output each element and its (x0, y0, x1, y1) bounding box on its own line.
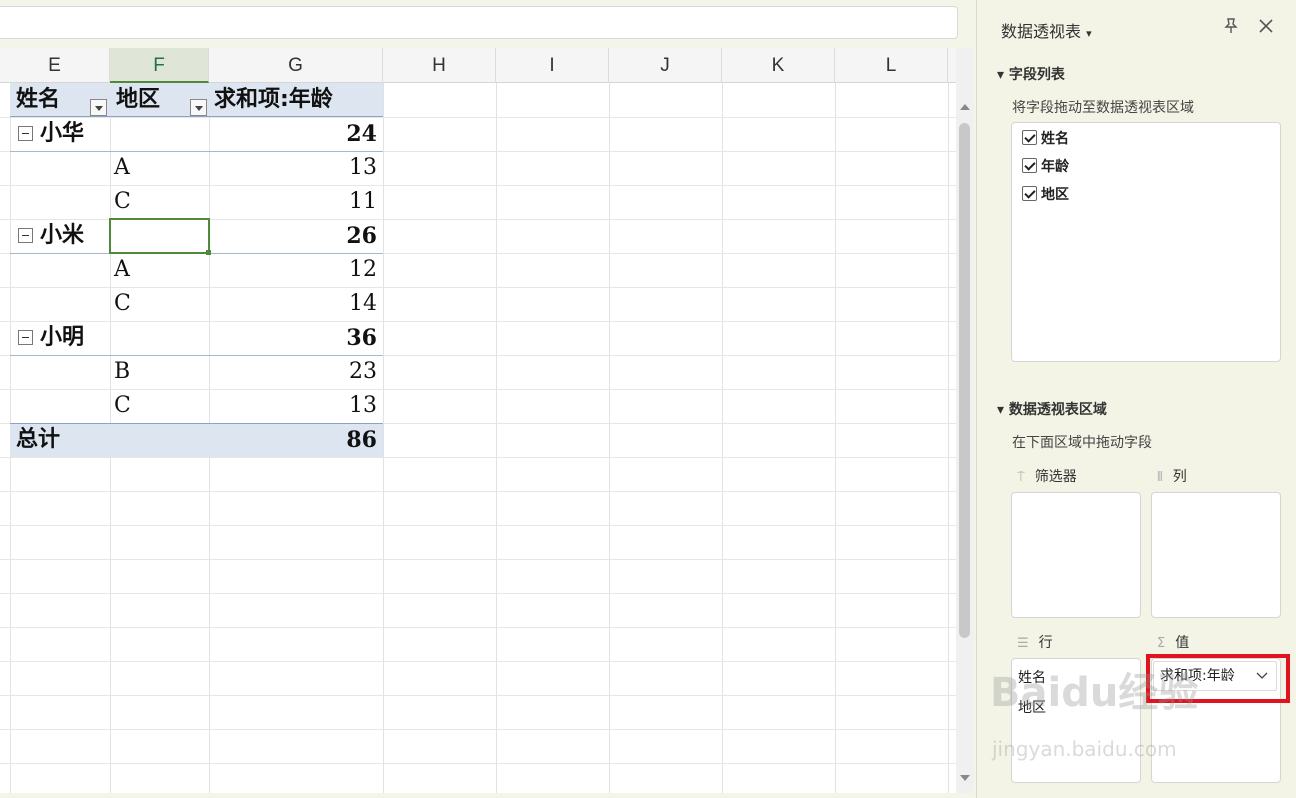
field-checkbox-region[interactable]: 地区 (1022, 185, 1069, 205)
dropdown-caret-icon[interactable]: ▾ (1086, 27, 1092, 40)
selected-cell[interactable] (109, 218, 210, 254)
grand-total-value: 86 (346, 427, 377, 453)
checkbox-checked-icon[interactable] (1022, 186, 1037, 201)
pivot-row-value: 23 (349, 359, 377, 384)
scroll-up-icon[interactable] (960, 104, 970, 110)
column-header-l[interactable]: L (835, 48, 948, 83)
column-header-row: E F G H I J K L (0, 48, 956, 83)
watermark-logo: Baidu经验 (990, 670, 1199, 716)
close-icon[interactable] (1257, 17, 1275, 40)
column-header-e[interactable]: E (0, 48, 110, 83)
pivot-row-region: C (114, 393, 131, 418)
spreadsheet-grid[interactable]: E F G H I J K L 姓名 地区 求和项:年龄 小华 24 A 13 (0, 48, 956, 793)
pivot-row-name: 小华 (40, 121, 85, 146)
region-filter-dropdown-icon[interactable] (190, 99, 207, 116)
grand-total-label: 总计 (16, 427, 61, 452)
column-header-i[interactable]: I (496, 48, 609, 83)
pivot-row-total: 26 (346, 223, 377, 249)
pivot-row-total: 24 (346, 121, 377, 147)
scroll-thumb[interactable] (959, 123, 970, 638)
row-area-label: ☰ 行 (1017, 635, 1053, 651)
field-list-box: 姓名 年龄 地区 (1011, 122, 1281, 362)
field-list-hint: 将字段拖动至数据透视表区域 (1012, 100, 1194, 116)
vertical-scrollbar[interactable] (956, 48, 974, 793)
pin-icon[interactable] (1222, 17, 1240, 40)
checkbox-checked-icon[interactable] (1022, 158, 1037, 173)
pivot-row-region: C (114, 189, 131, 214)
column-header-j[interactable]: J (609, 48, 722, 83)
collapse-icon[interactable] (18, 330, 33, 345)
checkbox-checked-icon[interactable] (1022, 130, 1037, 145)
pivot-row-region: A (114, 155, 130, 180)
scroll-down-icon[interactable] (960, 775, 970, 781)
rows-icon: ☰ (1017, 636, 1029, 651)
pane-title[interactable]: 数据透视表 ▾ (1001, 18, 1092, 42)
pivot-row-value: 13 (349, 155, 377, 180)
areas-hint: 在下面区域中拖动字段 (1012, 435, 1152, 451)
pivot-row-region: B (114, 359, 131, 384)
pivot-row-value: 14 (349, 291, 377, 316)
filter-drop-zone[interactable] (1011, 492, 1141, 618)
columns-icon: ⦀ (1157, 470, 1163, 485)
field-checkbox-age[interactable]: 年龄 (1022, 157, 1069, 177)
field-checkbox-name[interactable]: 姓名 (1022, 129, 1069, 149)
name-filter-dropdown-icon[interactable] (90, 99, 107, 116)
pivot-row-total: 36 (346, 325, 377, 351)
collapse-icon[interactable] (18, 228, 33, 243)
field-list-title[interactable]: ▾ 字段列表 (997, 64, 1065, 84)
column-header-k[interactable]: K (722, 48, 835, 83)
pivot-header-sum-age: 求和项:年龄 (214, 87, 333, 112)
pivot-header-region: 地区 (116, 87, 161, 112)
pivot-row-name: 小明 (40, 325, 85, 350)
filter-icon: ⍑ (1017, 470, 1025, 485)
pivot-row-value: 12 (349, 257, 377, 282)
column-header-h[interactable]: H (383, 48, 496, 83)
pivot-row-value: 11 (349, 189, 377, 214)
value-area-label: Σ值 (1157, 635, 1190, 651)
column-header-g[interactable]: G (209, 48, 383, 83)
sigma-icon: Σ (1157, 636, 1166, 651)
formula-bar[interactable] (0, 6, 958, 39)
pivot-row-name: 小米 (40, 223, 85, 248)
filter-area-label: ⍑ 筛选器 (1017, 469, 1077, 485)
column-header-f[interactable]: F (110, 48, 209, 83)
pivot-header-name: 姓名 (16, 87, 61, 112)
watermark-url: jingyan.baidu.com (992, 737, 1177, 761)
pivot-row-value: 13 (349, 393, 377, 418)
collapse-icon[interactable] (18, 126, 33, 141)
pivot-row-region: A (114, 257, 130, 282)
column-area-label: ⦀ 列 (1157, 469, 1187, 485)
column-drop-zone[interactable] (1151, 492, 1281, 618)
pivot-row-region: C (114, 291, 131, 316)
areas-title[interactable]: ▾ 数据透视表区域 (997, 399, 1107, 419)
